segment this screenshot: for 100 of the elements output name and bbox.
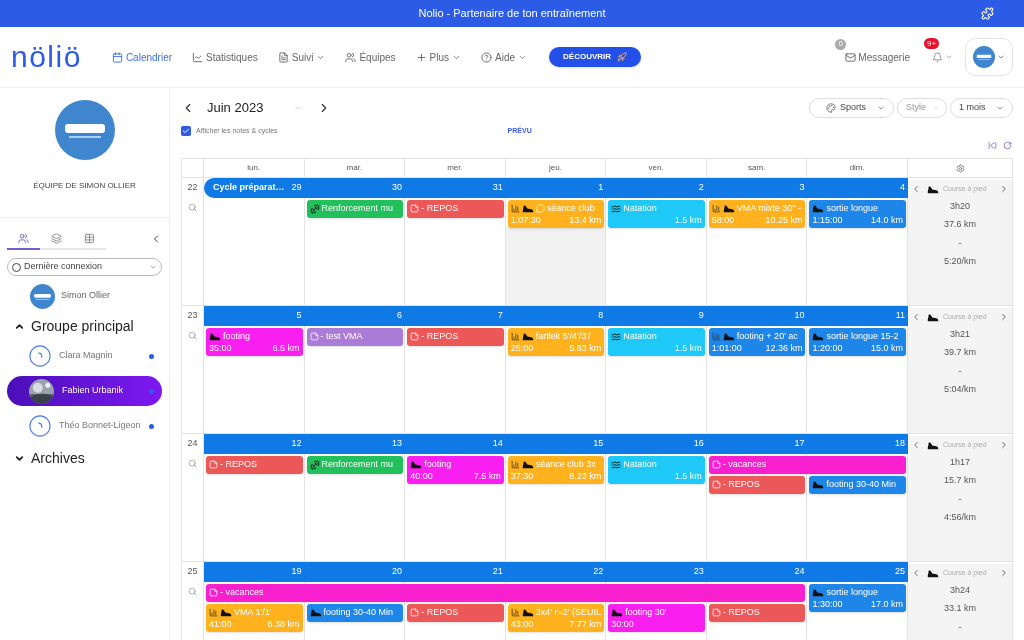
event-card[interactable]: Natation 1.5 km xyxy=(608,200,705,228)
day-number: 7 xyxy=(497,309,503,323)
day-number: 6 xyxy=(397,309,403,323)
day-number: 15 xyxy=(593,437,604,451)
event-card[interactable]: footing 40:00 7.5 km xyxy=(407,456,504,484)
event-card[interactable]: - REPOS xyxy=(407,328,504,346)
day-number: 19 xyxy=(291,565,302,579)
event-card[interactable]: footing 30-40 Min xyxy=(306,604,404,622)
shoe-icon xyxy=(410,460,423,469)
chevron-right-icon[interactable] xyxy=(999,312,1009,323)
event-card[interactable]: footing + 20' ac 1:01:00 12.36 km xyxy=(708,328,806,356)
event-duration: 1:01:00 xyxy=(711,343,742,354)
shoe-icon xyxy=(521,332,534,341)
summary-value: 3h21 xyxy=(950,327,970,341)
nav-item[interactable]: Aide xyxy=(481,49,528,65)
event-card[interactable]: footing 30' 30:00 xyxy=(608,604,705,632)
event-card[interactable]: - REPOS xyxy=(708,476,806,494)
puzzle-icon[interactable] xyxy=(981,7,994,20)
users-icon xyxy=(18,232,29,244)
event-card[interactable]: - REPOS xyxy=(407,604,504,622)
chevron-left-icon[interactable] xyxy=(911,568,921,579)
day-number: 23 xyxy=(693,565,704,579)
app-logo[interactable]: nöliö xyxy=(11,42,82,72)
group-header[interactable]: Groupe principal xyxy=(0,315,134,337)
event-card[interactable]: Renforcement mu xyxy=(306,456,404,474)
settings-icon[interactable] xyxy=(955,163,965,173)
nav-item[interactable]: Plus xyxy=(415,49,461,65)
team-logo xyxy=(973,46,995,68)
event-title: VMA 1'/1' xyxy=(234,607,272,618)
event-duration: 58:00 xyxy=(711,215,735,226)
notification-count-badge: 9+ xyxy=(924,37,940,49)
search-icon[interactable] xyxy=(188,458,197,468)
event-card[interactable]: sortie longue 1:30:00 17.0 km xyxy=(809,584,906,612)
messages-link[interactable]: Messagerie xyxy=(845,49,910,65)
event-distance: 12.36 km xyxy=(765,343,803,354)
profile-menu[interactable] xyxy=(965,38,1013,76)
shoe-icon xyxy=(812,588,825,597)
note-icon xyxy=(711,480,721,489)
message-count-badge: 0 xyxy=(835,38,847,50)
athlete-item[interactable]: Théo Bonnet-Ligeon xyxy=(7,411,162,441)
chevron-left-icon[interactable] xyxy=(911,312,921,323)
search-icon[interactable] xyxy=(188,330,197,340)
event-card[interactable]: Natation 1.5 km xyxy=(608,456,705,484)
shoe-icon xyxy=(521,608,534,617)
caret-icon xyxy=(996,104,1004,112)
event-title: - REPOS xyxy=(421,331,459,342)
event-card[interactable]: footing 35:00 6.5 km xyxy=(206,328,303,356)
summary-value: - xyxy=(958,492,962,506)
chevron-right-icon[interactable] xyxy=(999,184,1009,195)
chevron-left-icon[interactable] xyxy=(911,440,921,451)
chevron-right-icon[interactable] xyxy=(999,440,1009,451)
checkbox[interactable] xyxy=(181,126,191,136)
event-title: - REPOS xyxy=(722,607,760,618)
event-card[interactable]: - REPOS xyxy=(708,604,806,622)
month-title[interactable]: Juin 2023 xyxy=(207,98,264,118)
chevron-left-icon[interactable] xyxy=(911,184,921,195)
event-card[interactable]: - REPOS xyxy=(407,200,504,218)
weekday-header: mer. xyxy=(405,159,506,177)
day-number: 9 xyxy=(698,309,704,323)
event-card[interactable]: - vacances xyxy=(206,584,806,602)
palette-icon xyxy=(826,103,836,113)
nav-item[interactable]: Statistiques xyxy=(192,49,258,65)
event-title: footing 30-40 Min xyxy=(323,607,394,618)
day-number: 11 xyxy=(895,309,905,323)
skip-back-icon[interactable] xyxy=(988,140,997,150)
event-card[interactable]: - REPOS xyxy=(206,456,303,474)
week-number: 22 xyxy=(187,181,198,194)
event-title: sortie longue xyxy=(826,587,878,598)
event-card[interactable]: sortie longue 15-2 1:20:00 15.0 km xyxy=(809,328,906,356)
week-date-bar[interactable]: 5 6 7 8 9 10 11 xyxy=(204,306,908,326)
athlete-item[interactable]: Fabien Urbanik xyxy=(7,376,162,406)
chevron-right-icon[interactable] xyxy=(999,568,1009,579)
event-duration: 35:00 xyxy=(209,343,232,354)
event-card[interactable]: - vacances xyxy=(708,456,906,474)
nav-item[interactable]: Calendrier xyxy=(111,49,173,65)
search-icon[interactable] xyxy=(188,586,197,596)
week-date-bar[interactable]: 19 20 21 22 23 24 25 xyxy=(204,562,908,582)
week-number: 23 xyxy=(187,309,198,322)
event-duration: 41:00 xyxy=(209,619,232,630)
week-date-bar[interactable]: 12 13 14 15 16 17 18 xyxy=(204,434,908,454)
nav-item[interactable]: Suivi xyxy=(277,49,326,65)
event-distance: 17.0 km xyxy=(870,599,903,610)
refresh-icon[interactable] xyxy=(1003,140,1012,150)
cycle-bar[interactable]: Cycle préparat… 29 30 31 1 2 3 4 xyxy=(204,178,908,198)
shoe-icon xyxy=(812,332,825,341)
event-title: fartlek 5'/4'/3'/ xyxy=(535,331,591,342)
nav-item[interactable]: Équipes xyxy=(345,49,396,65)
event-card[interactable]: - test VMA xyxy=(306,328,404,346)
event-distance: 6.5 km xyxy=(272,343,300,354)
search-icon[interactable] xyxy=(188,202,197,212)
table-icon xyxy=(84,232,95,244)
event-card[interactable]: footing 30-40 Min xyxy=(809,476,906,494)
event-title: footing + 20' ac xyxy=(736,331,798,342)
discover-button[interactable]: DÉCOUVRIR xyxy=(549,47,642,67)
athlete-item[interactable]: Clara Magnin xyxy=(7,341,162,371)
athlete-name[interactable]: Simon Ollier xyxy=(61,289,110,303)
event-card[interactable]: Renforcement mu xyxy=(306,200,404,218)
event-card[interactable]: sortie longue 1:15:00 14.0 km xyxy=(809,200,906,228)
event-card[interactable]: Natation 1.5 km xyxy=(608,328,705,356)
group-header[interactable]: Archives xyxy=(0,447,85,469)
